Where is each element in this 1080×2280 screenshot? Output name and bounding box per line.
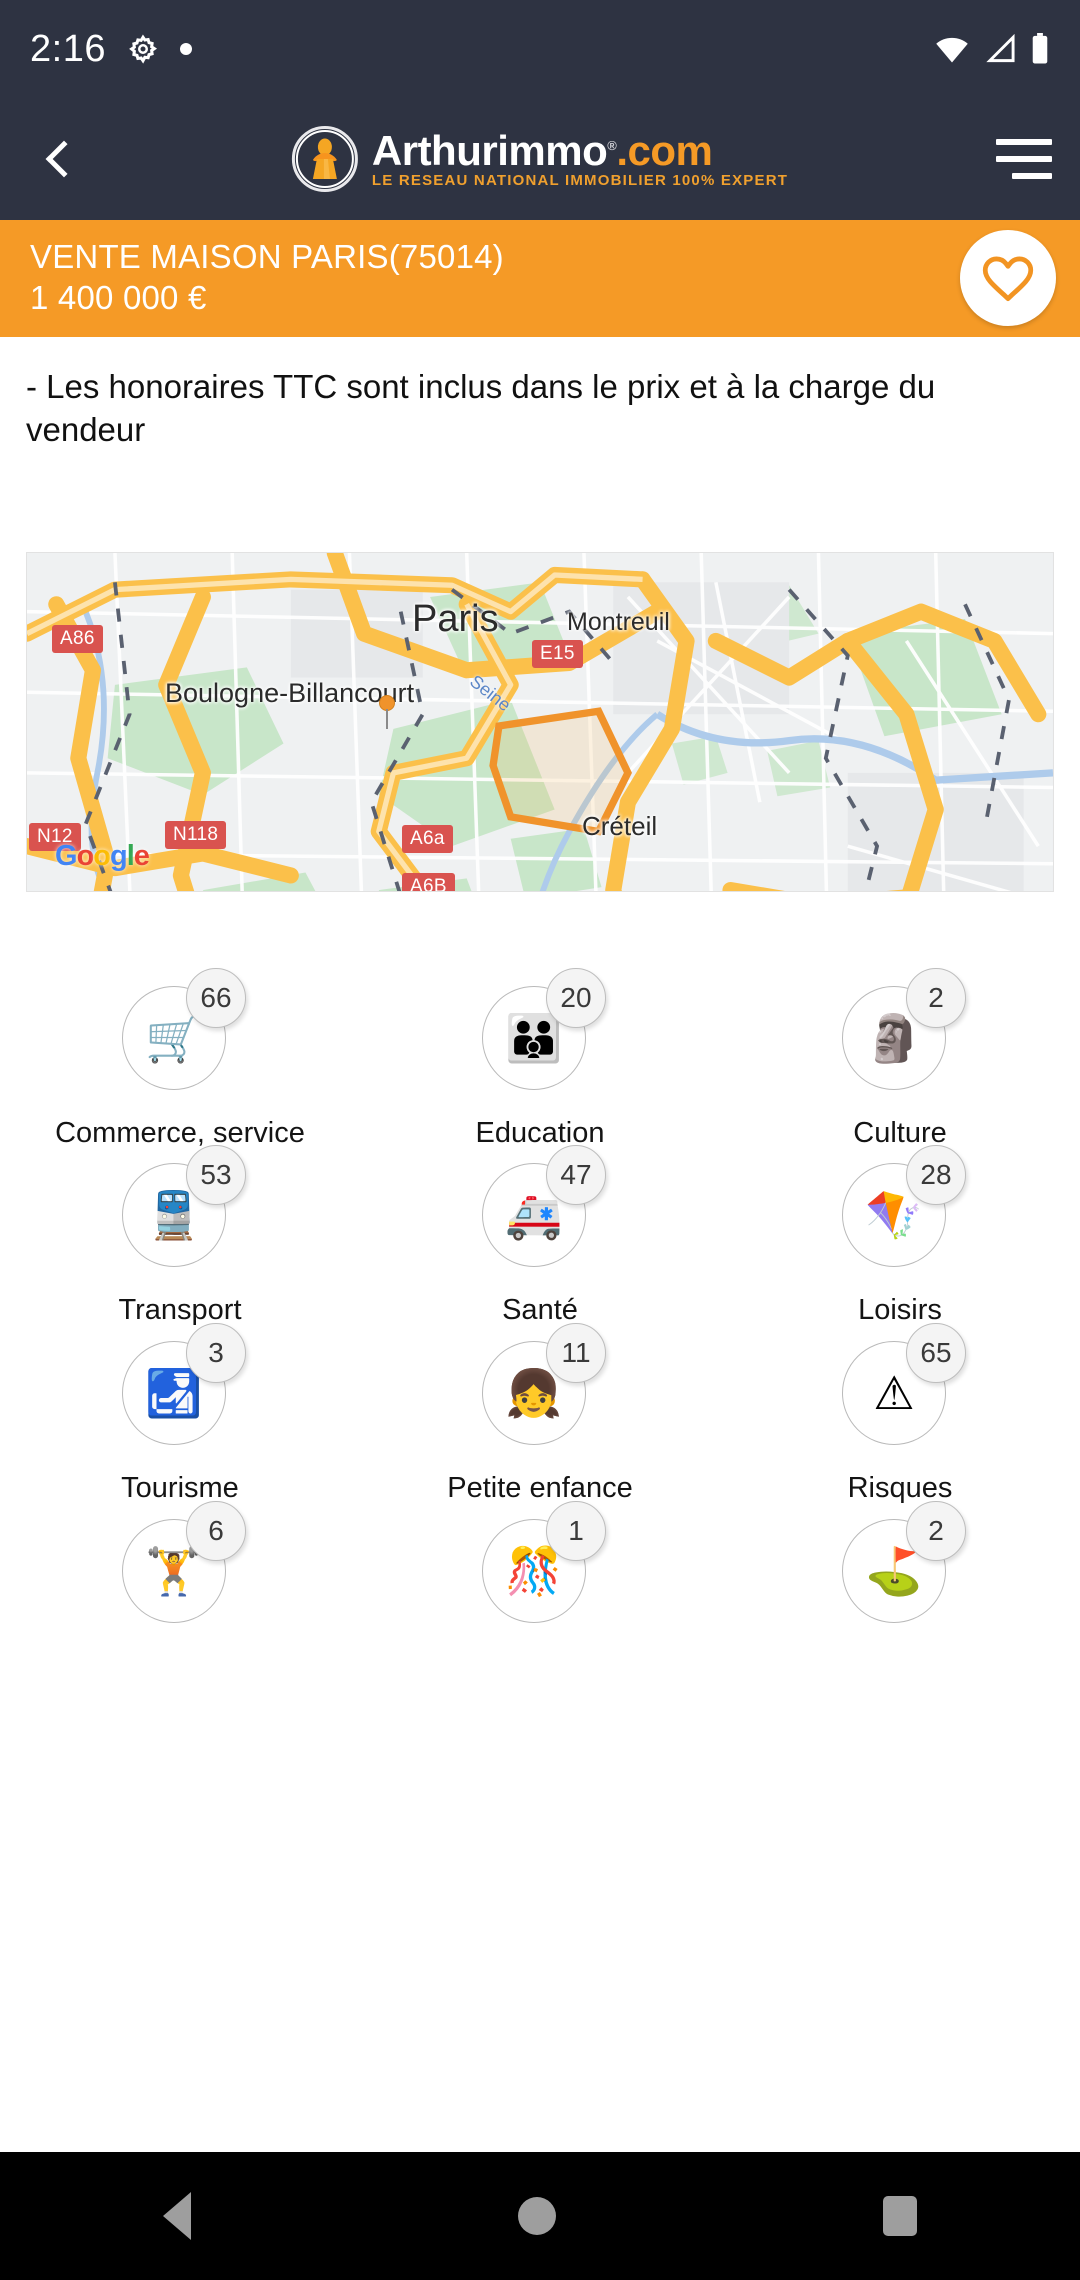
road-badge-a86: A86 bbox=[52, 624, 103, 653]
poi-count-badge: 47 bbox=[546, 1145, 606, 1206]
map-label-montreuil: Montreuil bbox=[567, 607, 670, 636]
logo-name: Arthurimmo®.com bbox=[371, 127, 713, 174]
poi-icon-wrap: 🛒 66 bbox=[116, 967, 246, 1094]
poi-item-transport[interactable]: 🚆 53 Transport bbox=[0, 1145, 360, 1327]
poi-count-badge: 28 bbox=[906, 1145, 966, 1206]
poi-item-risques[interactable]: ⚠ 65 Risques bbox=[720, 1323, 1080, 1505]
listing-description: - Les honoraires TTC sont inclus dans le… bbox=[26, 367, 936, 449]
poi-item-golf[interactable]: ⛳ 2 bbox=[720, 1501, 1080, 1651]
nav-back-icon[interactable] bbox=[163, 2192, 192, 2240]
poi-item-education[interactable]: 👪 20 Education bbox=[360, 967, 720, 1150]
app-screen: 2:16 Arthurimmo®.com LE RESEAU NATIONAL … bbox=[0, 0, 1080, 2280]
poi-icon-wrap: 🏋 6 bbox=[116, 1501, 246, 1627]
poi-label: Petite enfance bbox=[447, 1472, 633, 1505]
poi-icon-wrap: ⛳ 2 bbox=[836, 1501, 966, 1627]
poi-icon-wrap: 🎊 1 bbox=[476, 1501, 606, 1627]
poi-label: Santé bbox=[502, 1294, 578, 1327]
poi-count-badge: 2 bbox=[906, 967, 966, 1028]
brand-logo[interactable]: Arthurimmo®.com LE RESEAU NATIONAL IMMOB… bbox=[291, 126, 789, 192]
nav-recents-icon[interactable] bbox=[882, 2196, 917, 2236]
poi-count-badge: 6 bbox=[186, 1501, 246, 1562]
listing-title: VENTE MAISON PARIS(75014) bbox=[30, 238, 504, 275]
location-map[interactable]: Paris Boulogne-Billancourt Montreuil Cré… bbox=[26, 551, 1054, 892]
chevron-left-icon bbox=[45, 140, 83, 178]
poi-icon-wrap: 🛃 3 bbox=[116, 1323, 246, 1449]
road-badge-a6a: A6a bbox=[402, 824, 453, 853]
listing-banner: VENTE MAISON PARIS(75014) 1 400 000 € bbox=[0, 220, 1080, 337]
map-label-paris: Paris bbox=[412, 597, 499, 640]
map-section: Paris Boulogne-Billancourt Montreuil Cré… bbox=[0, 551, 1080, 892]
poi-item-petite-enfance[interactable]: 👧 11 Petite enfance bbox=[360, 1323, 720, 1505]
poi-icon-wrap: 🚑 47 bbox=[476, 1145, 606, 1271]
status-bar: 2:16 bbox=[0, 0, 1080, 98]
poi-icon-wrap: 👪 20 bbox=[476, 967, 606, 1094]
menu-line-3 bbox=[1012, 173, 1052, 179]
menu-line-1 bbox=[996, 139, 1052, 145]
poi-icon-wrap: 👧 11 bbox=[476, 1323, 606, 1449]
poi-item-tourisme[interactable]: 🛃 3 Tourisme bbox=[0, 1323, 360, 1505]
battery-icon bbox=[1030, 33, 1050, 65]
gear-icon bbox=[128, 34, 158, 64]
logo-text: Arthurimmo®.com LE RESEAU NATIONAL IMMOB… bbox=[371, 127, 789, 189]
poi-icon-wrap: 🪁 28 bbox=[836, 1145, 966, 1271]
poi-count-badge: 1 bbox=[546, 1501, 606, 1562]
status-bar-left: 2:16 bbox=[30, 28, 934, 71]
poi-item-sante[interactable]: 🚑 47 Santé bbox=[360, 1145, 720, 1327]
poi-count-badge: 65 bbox=[906, 1323, 966, 1384]
android-nav-bar bbox=[0, 2152, 1080, 2280]
poi-count-badge: 20 bbox=[546, 967, 606, 1028]
property-pin-stem bbox=[386, 708, 388, 729]
map-label-boulogne-billancourt: Boulogne-Billancourt bbox=[165, 677, 415, 708]
hamburger-menu-icon[interactable] bbox=[978, 122, 1052, 196]
poi-count-badge: 3 bbox=[186, 1323, 246, 1384]
signal-icon bbox=[984, 34, 1016, 64]
dot-indicator bbox=[179, 43, 192, 55]
nav-home-icon[interactable] bbox=[517, 2197, 556, 2235]
status-clock: 2:16 bbox=[30, 27, 106, 70]
poi-item-loisirs[interactable]: 🪁 28 Loisirs bbox=[720, 1145, 1080, 1327]
poi-label: Commerce, service bbox=[55, 1116, 305, 1149]
heart-icon bbox=[982, 256, 1034, 302]
poi-icon-wrap: 🗿 2 bbox=[836, 967, 966, 1094]
poi-icon-wrap: ⚠ 65 bbox=[836, 1323, 966, 1449]
poi-item-culture[interactable]: 🗿 2 Culture bbox=[720, 967, 1080, 1150]
poi-item-celebration[interactable]: 🎊 1 bbox=[360, 1501, 720, 1651]
poi-count-badge: 66 bbox=[186, 967, 246, 1028]
logo-tagline: LE RESEAU NATIONAL IMMOBILIER 100% EXPER… bbox=[371, 172, 789, 189]
listing-summary: VENTE MAISON PARIS(75014) 1 400 000 € bbox=[30, 236, 504, 319]
poi-count-badge: 2 bbox=[906, 1501, 966, 1562]
status-bar-right bbox=[934, 33, 1050, 65]
poi-item-commerce[interactable]: 🛒 66 Commerce, service bbox=[0, 967, 360, 1150]
road-badge-a6b: A6B bbox=[402, 872, 455, 891]
poi-count-badge: 53 bbox=[186, 1145, 246, 1206]
favorite-button[interactable] bbox=[960, 230, 1056, 327]
map-label-creteil: Créteil bbox=[582, 810, 658, 841]
poi-icon-wrap: 🚆 53 bbox=[116, 1145, 246, 1271]
road-badge-e15: E15 bbox=[532, 639, 583, 668]
poi-count-badge: 11 bbox=[546, 1323, 606, 1384]
app-header: Arthurimmo®.com LE RESEAU NATIONAL IMMOB… bbox=[0, 98, 1080, 220]
listing-price: 1 400 000 € bbox=[30, 279, 207, 317]
poi-grid: 🛒 66 Commerce, service 👪 20 Education 🗿 … bbox=[0, 967, 1080, 1652]
poi-label: Education bbox=[475, 1116, 605, 1149]
google-logo[interactable]: Google bbox=[55, 840, 150, 873]
poi-label: Transport bbox=[118, 1294, 242, 1327]
logo-figure-icon bbox=[291, 126, 358, 192]
poi-item-sport[interactable]: 🏋 6 bbox=[0, 1501, 360, 1651]
wifi-icon bbox=[934, 34, 970, 64]
menu-line-2 bbox=[996, 156, 1052, 162]
road-badge-n118: N118 bbox=[165, 820, 227, 849]
back-button[interactable] bbox=[0, 98, 120, 220]
